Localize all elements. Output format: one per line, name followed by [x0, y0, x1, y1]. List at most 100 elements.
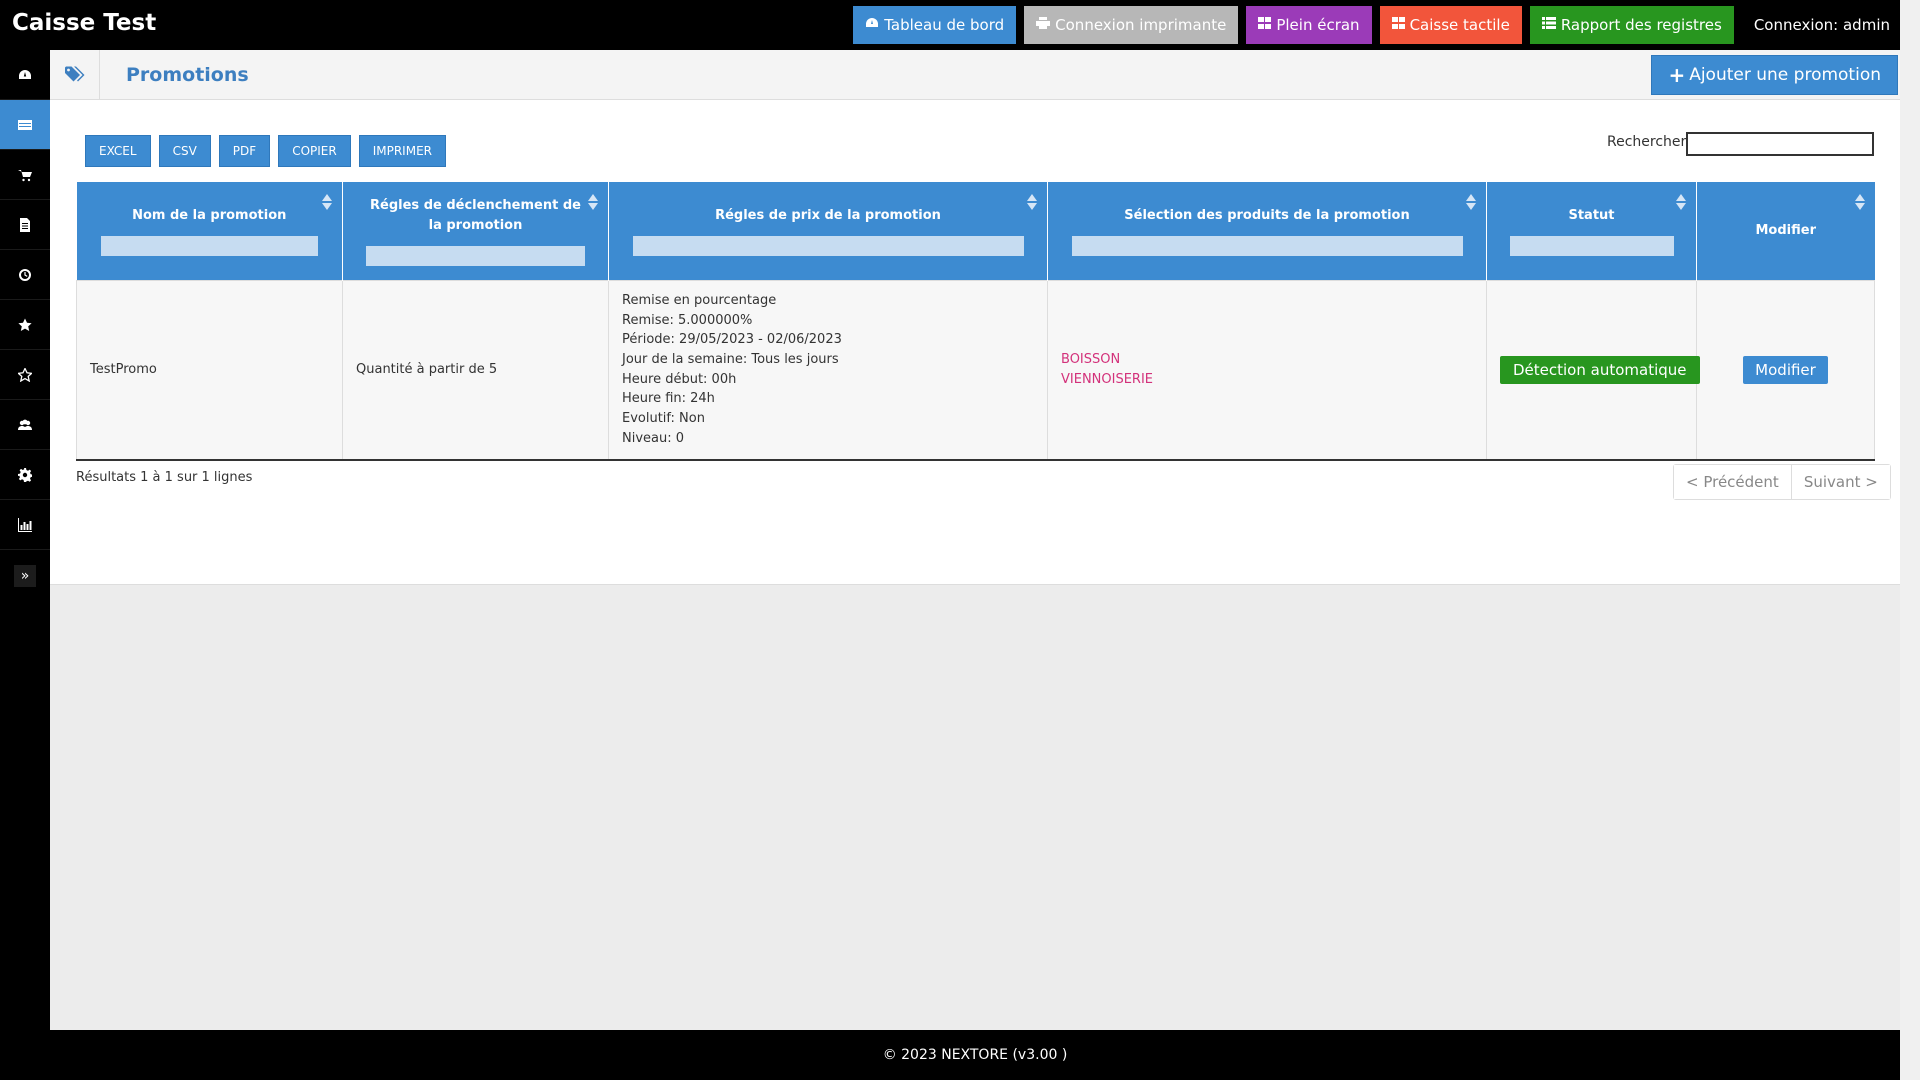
printer-connect-button[interactable]: Connexion imprimante	[1024, 6, 1239, 44]
login-status[interactable]: Connexion: admin	[1754, 16, 1890, 34]
cart-icon	[18, 169, 32, 181]
price-rule-line: Remise: 5.000000%	[622, 312, 753, 328]
dashboard-button-label: Tableau de bord	[884, 16, 1005, 34]
sidebar-item-loyalty[interactable]	[0, 350, 50, 400]
grid-icon	[1391, 17, 1405, 33]
copy-button[interactable]: COPIER	[278, 135, 351, 167]
export-pdf-button[interactable]: PDF	[218, 135, 271, 167]
scrollbar[interactable]	[1900, 0, 1920, 1080]
sort-icon[interactable]	[588, 194, 598, 210]
filter-input-products[interactable]	[1071, 235, 1463, 256]
sidebar: »	[0, 50, 50, 1030]
cell-price-rules: Remise en pourcentage Remise: 5.000000% …	[608, 279, 1048, 461]
dashboard-icon	[19, 69, 31, 79]
main-area: Promotions + Ajouter une promotion EXCEL…	[50, 50, 1900, 1030]
search-input[interactable]	[1686, 132, 1874, 156]
sidebar-item-settings[interactable]	[0, 450, 50, 500]
sidebar-expand-button[interactable]: »	[14, 565, 36, 587]
register-report-label: Rapport des registres	[1560, 16, 1722, 34]
fullscreen-button[interactable]: Plein écran	[1246, 6, 1372, 44]
price-rule-line: Heure fin: 24h	[622, 391, 715, 407]
filter-input-name[interactable]	[100, 235, 318, 256]
plus-icon: +	[1668, 63, 1686, 87]
gear-icon	[18, 467, 32, 482]
column-header-price-rules[interactable]: Régles de prix de la promotion	[608, 182, 1048, 280]
print-button[interactable]: IMPRIMER	[358, 135, 446, 167]
sidebar-item-history[interactable]	[0, 250, 50, 300]
app-title[interactable]: Caisse Test	[12, 10, 156, 36]
dashboard-icon	[865, 17, 879, 33]
product-category-link[interactable]: VIENNOISERIE	[1061, 370, 1473, 390]
column-header-name[interactable]: Nom de la promotion	[76, 182, 343, 280]
sort-icon[interactable]	[1027, 194, 1037, 210]
export-csv-button[interactable]: CSV	[158, 135, 211, 167]
price-rule-line: Jour de la semaine: Tous les jours	[622, 352, 839, 368]
status-badge[interactable]: Détection automatique	[1500, 355, 1700, 384]
register-report-button[interactable]: Rapport des registres	[1529, 6, 1734, 44]
sidebar-item-dashboard[interactable]	[0, 50, 50, 100]
page-header: Promotions + Ajouter une promotion	[50, 50, 1900, 100]
dashboard-button[interactable]: Tableau de bord	[853, 6, 1017, 44]
page-title: Promotions	[126, 64, 249, 86]
export-excel-button[interactable]: EXCEL	[85, 135, 151, 167]
pagination: < Précédent Suivant >	[1673, 464, 1891, 500]
price-rule-line: Evolutif: Non	[622, 411, 705, 427]
sidebar-item-documents[interactable]	[0, 200, 50, 250]
sidebar-item-promotions[interactable]	[0, 100, 50, 150]
star-icon	[18, 318, 32, 331]
cell-status: Détection automatique	[1486, 279, 1700, 461]
clock-icon	[19, 268, 31, 281]
fullscreen-label: Plein écran	[1276, 16, 1360, 34]
chart-icon	[18, 517, 32, 532]
filter-input-status[interactable]	[1509, 235, 1674, 256]
sort-icon[interactable]	[322, 194, 332, 210]
filter-input-trigger[interactable]	[366, 245, 585, 266]
edit-button[interactable]: Modifier	[1743, 355, 1828, 384]
search-label: Rechercher	[1607, 134, 1687, 150]
sort-icon[interactable]	[1676, 194, 1686, 210]
sidebar-item-cart[interactable]	[0, 150, 50, 200]
export-toolbar: EXCEL CSV PDF COPIER IMPRIMER	[85, 135, 454, 167]
price-rule-line: Heure début: 00h	[622, 371, 737, 387]
price-rule-line: Niveau: 0	[622, 430, 685, 446]
cell-products: BOISSON VIENNOISERIE	[1047, 279, 1487, 461]
column-header-edit[interactable]: Modifier	[1696, 182, 1875, 280]
footer: © 2023 NEXTORE (v3.00 )	[50, 1030, 1900, 1080]
top-nav: Tableau de bord Connexion imprimante Ple…	[845, 0, 1920, 50]
table-row[interactable]: TestPromo Quantité à partir de 5 Remise …	[76, 279, 1875, 461]
price-rule-line: Remise en pourcentage	[622, 292, 777, 308]
promotions-table: Nom de la promotion Régles de déclenchem…	[76, 182, 1875, 461]
add-promotion-label: Ajouter une promotion	[1689, 65, 1881, 85]
cell-name: TestPromo	[76, 279, 343, 461]
list-icon	[1541, 17, 1556, 33]
grid-icon	[1258, 17, 1272, 33]
sort-icon[interactable]	[1466, 194, 1476, 210]
column-header-status[interactable]: Statut	[1486, 182, 1697, 280]
column-header-trigger[interactable]: Régles de déclenchement de la promotion	[342, 182, 609, 280]
sort-icon[interactable]	[1855, 194, 1865, 210]
cell-trigger: Quantité à partir de 5	[342, 279, 609, 461]
tags-icon	[50, 50, 100, 100]
touch-register-button[interactable]: Caisse tactile	[1379, 6, 1522, 44]
cell-edit: Modifier	[1696, 279, 1875, 461]
table-icon	[18, 119, 32, 130]
sidebar-item-users[interactable]	[0, 400, 50, 450]
next-page-button[interactable]: Suivant >	[1790, 465, 1890, 499]
filter-input-price-rules[interactable]	[632, 235, 1024, 256]
top-bar: Caisse Test Tableau de bord Connexion im…	[0, 0, 1920, 50]
results-info: Résultats 1 à 1 sur 1 lignes	[76, 470, 253, 485]
touch-register-label: Caisse tactile	[1409, 16, 1510, 34]
column-header-products[interactable]: Sélection des produits de la promotion	[1047, 182, 1487, 280]
price-rule-line: Période: 29/05/2023 - 02/06/2023	[622, 332, 842, 348]
add-promotion-button[interactable]: + Ajouter une promotion	[1651, 55, 1898, 95]
printer-icon	[1036, 17, 1051, 33]
table-header-row: Nom de la promotion Régles de déclenchem…	[76, 182, 1875, 280]
product-category-link[interactable]: BOISSON	[1061, 350, 1473, 370]
printer-connect-label: Connexion imprimante	[1055, 16, 1227, 34]
sidebar-item-reports[interactable]	[0, 500, 50, 550]
users-icon	[18, 419, 32, 430]
sidebar-item-favorites[interactable]	[0, 300, 50, 350]
prev-page-button[interactable]: < Précédent	[1674, 465, 1791, 499]
content-panel: EXCEL CSV PDF COPIER IMPRIMER Rechercher…	[50, 100, 1900, 585]
star-outline-icon	[18, 367, 32, 382]
